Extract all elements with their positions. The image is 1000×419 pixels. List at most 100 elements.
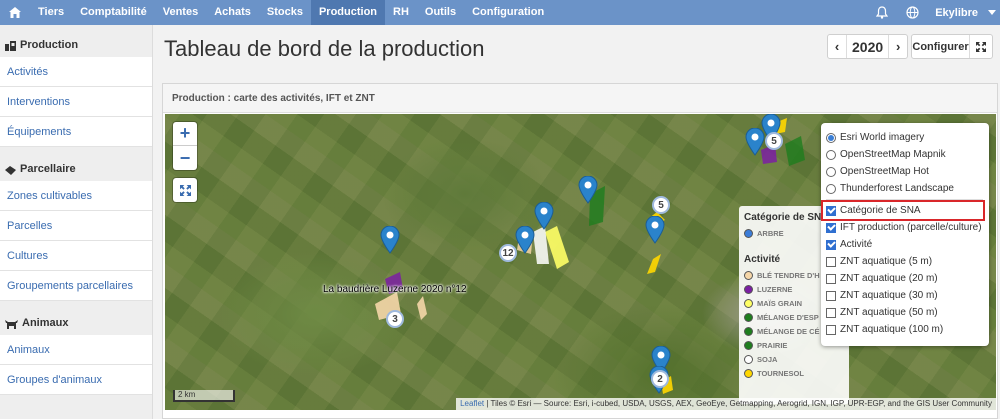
previous-year-button[interactable]: ‹ <box>828 35 846 58</box>
sidebar-section-production: Production <box>0 25 152 57</box>
sidebar-item-equipements[interactable]: Équipements <box>0 117 152 147</box>
nav-stocks[interactable]: Stocks <box>259 0 311 25</box>
user-menu[interactable]: Ekylibre <box>927 7 984 19</box>
parcel-label: La baudrière Luzerne 2020 n°12 <box>323 284 467 295</box>
base-layer-option[interactable]: Esri World imagery <box>826 129 989 146</box>
map-attribution: Leaflet | Tiles © Esri — Source: Esri, i… <box>456 398 996 410</box>
base-layer-option[interactable]: OpenStreetMap Hot <box>826 163 989 180</box>
legend-swatch <box>744 312 753 322</box>
layer-control: Esri World imagery OpenStreetMap Mapnik … <box>821 123 989 346</box>
legend-swatch <box>744 270 753 280</box>
cow-icon <box>5 320 18 329</box>
legend-item: TOURNESOL <box>744 366 849 380</box>
map-marker[interactable] <box>645 216 665 244</box>
parcel-ble-2 <box>417 296 427 320</box>
sidebar: Production Activités Interventions Équip… <box>0 25 152 419</box>
legend-item: SOJA <box>744 352 849 366</box>
configure-group: Configurer <box>911 34 993 59</box>
radio-button[interactable] <box>826 149 836 160</box>
map-marker[interactable] <box>380 226 400 254</box>
marker-cluster[interactable]: 3 <box>386 310 404 328</box>
nav-comptabilite[interactable]: Comptabilité <box>72 0 155 25</box>
map-marker[interactable] <box>515 226 535 254</box>
year-value: 2020 <box>846 35 890 58</box>
bell-icon[interactable] <box>867 0 897 25</box>
base-layer-option[interactable]: Thunderforest Landscape <box>826 180 989 197</box>
expand-icon[interactable] <box>970 35 992 58</box>
nav-production[interactable]: Production <box>310 0 386 25</box>
parcel-mais-3 <box>647 254 661 274</box>
radio-button[interactable] <box>826 132 836 143</box>
checkbox[interactable] <box>826 307 836 318</box>
checkbox[interactable] <box>826 239 836 250</box>
legend-swatch <box>744 326 753 336</box>
marker-cluster[interactable]: 5 <box>765 132 783 150</box>
marker-cluster[interactable]: 5 <box>652 196 670 214</box>
sidebar-item-cultures[interactable]: Cultures <box>0 241 152 271</box>
zoom-out-button[interactable]: − <box>173 146 197 170</box>
overlay-option[interactable]: ZNT aquatique (100 m) <box>826 321 989 338</box>
sidebar-item-groupements-parcellaires[interactable]: Groupements parcellaires <box>0 271 152 301</box>
zoom-control: + − <box>173 122 197 170</box>
home-icon[interactable] <box>0 0 30 25</box>
sidebar-item-parcelles[interactable]: Parcelles <box>0 211 152 241</box>
radio-button[interactable] <box>826 166 836 177</box>
marker-cluster[interactable]: 2 <box>651 370 669 388</box>
sidebar-item-animaux[interactable]: Animaux <box>0 335 152 365</box>
nav-outils[interactable]: Outils <box>417 0 464 25</box>
checkbox[interactable] <box>826 222 836 233</box>
sidebar-item-zones-cultivables[interactable]: Zones cultivables <box>0 181 152 211</box>
map-view[interactable]: 12 5 5 3 2 La baudrière Luzerne 2020 n°1… <box>165 114 996 410</box>
user-name: Ekylibre <box>935 6 978 19</box>
overlay-option[interactable]: ZNT aquatique (30 m) <box>826 287 989 304</box>
top-navbar: Tiers Comptabilité Ventes Achats Stocks … <box>0 0 1000 25</box>
user-dropdown-caret-icon[interactable] <box>984 0 1000 25</box>
fullscreen-button[interactable] <box>173 178 197 202</box>
marker-cluster[interactable]: 12 <box>499 244 517 262</box>
production-icon <box>5 41 16 51</box>
map-marker[interactable] <box>578 176 598 204</box>
legend-swatch <box>744 368 753 378</box>
overlay-option[interactable]: ZNT aquatique (20 m) <box>826 270 989 287</box>
next-year-button[interactable]: › <box>889 35 907 58</box>
parcel-prairie-2 <box>785 136 805 166</box>
overlay-option[interactable]: Activité <box>826 236 989 253</box>
overlay-option[interactable]: IFT production (parcelle/culture) <box>826 219 989 236</box>
checkbox[interactable] <box>826 256 836 267</box>
legend-swatch <box>744 354 753 364</box>
nav-achats[interactable]: Achats <box>206 0 259 25</box>
map-scale: 2 km <box>173 390 235 402</box>
checkbox[interactable] <box>826 273 836 284</box>
parcel-icon <box>5 166 16 175</box>
leaflet-link[interactable]: Leaflet <box>460 399 484 408</box>
map-panel: Production : carte des activités, IFT et… <box>162 83 998 419</box>
page-title: Tableau de bord de la production <box>164 36 485 61</box>
checkbox[interactable] <box>826 290 836 301</box>
overlay-option[interactable]: ZNT aquatique (50 m) <box>826 304 989 321</box>
overlay-option[interactable]: ZNT aquatique (5 m) <box>826 253 989 270</box>
legend-swatch <box>744 228 753 238</box>
nav-rh[interactable]: RH <box>385 0 417 25</box>
globe-icon[interactable] <box>897 0 927 25</box>
fullscreen-icon <box>179 184 191 196</box>
overlay-option-sna[interactable]: Catégorie de SNA <box>821 200 985 221</box>
checkbox[interactable] <box>826 205 836 216</box>
legend-swatch <box>744 340 753 350</box>
sidebar-item-groupes-animaux[interactable]: Groupes d'animaux <box>0 365 152 395</box>
nav-ventes[interactable]: Ventes <box>155 0 206 25</box>
checkbox[interactable] <box>826 324 836 335</box>
nav-tiers[interactable]: Tiers <box>30 0 72 25</box>
sidebar-item-interventions[interactable]: Interventions <box>0 87 152 117</box>
base-layer-option[interactable]: OpenStreetMap Mapnik <box>826 146 989 163</box>
map-marker[interactable] <box>534 202 554 230</box>
nav-configuration[interactable]: Configuration <box>464 0 552 25</box>
configure-button[interactable]: Configurer <box>912 35 970 58</box>
legend-swatch <box>744 284 753 294</box>
radio-button[interactable] <box>826 183 836 194</box>
zoom-in-button[interactable]: + <box>173 122 197 146</box>
legend-swatch <box>744 298 753 308</box>
sidebar-item-activites[interactable]: Activités <box>0 57 152 87</box>
panel-title: Production : carte des activités, IFT et… <box>163 84 997 113</box>
year-selector: ‹ 2020 › <box>827 34 909 59</box>
divider <box>826 199 983 200</box>
